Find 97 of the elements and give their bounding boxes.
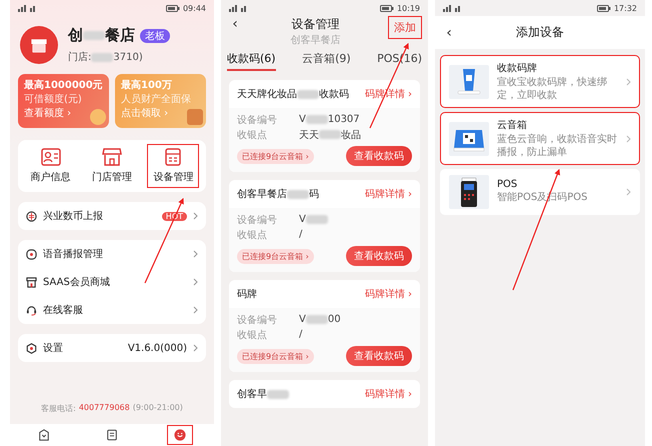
device-name: 天天牌化妆品 收款码	[237, 88, 349, 101]
chevron-right-icon	[626, 134, 631, 142]
field-value: V	[299, 214, 328, 225]
details-link[interactable]: 码牌详情 ›	[364, 387, 412, 401]
menu-item[interactable]: 兴业数币上报 HOT	[26, 202, 198, 230]
page-subtitle: 创客早餐店	[290, 34, 340, 47]
promo-subtitle: 可借额度(元)	[24, 92, 83, 106]
option-name: 收款码牌	[497, 62, 538, 75]
tab[interactable]: 云音箱(9)	[302, 51, 351, 71]
page-title: 添加设备	[515, 24, 565, 41]
details-link[interactable]: 码牌详情 ›	[364, 187, 412, 201]
hotline-hours: (9:00-21:00)	[132, 403, 183, 414]
menu-label: 语音播报管理	[43, 248, 104, 261]
status-time: 09:44	[182, 4, 206, 12]
pos-terminal-drawing	[449, 175, 489, 209]
battery-icon	[380, 4, 394, 12]
phone-link[interactable]: 4007779068	[78, 403, 130, 414]
field-value: V 00	[299, 314, 341, 325]
menu-label: SAAS会员商城	[43, 276, 111, 289]
menu-item[interactable]: 设置 V1.6.0(000)	[26, 334, 198, 362]
speaker-icon	[26, 248, 37, 260]
speaker-drawing	[449, 122, 489, 156]
field-label: 收银点	[237, 328, 268, 342]
device-name: 码牌	[237, 288, 257, 301]
version-text: V1.6.0(000)	[128, 342, 187, 354]
battery-icon	[596, 4, 611, 12]
field-value: /	[299, 229, 302, 240]
field-label: 设备编号	[237, 114, 278, 126]
chevron-right-icon	[193, 250, 198, 258]
field-value: /	[299, 329, 302, 340]
menu-label: 在线客服	[43, 304, 84, 317]
menu-item[interactable]: SAAS会员商城	[26, 268, 198, 296]
store-avatar-icon	[20, 26, 58, 64]
menu-label: 设置	[43, 342, 64, 355]
status-time: 17:32	[614, 4, 637, 12]
view-qr-button[interactable]: 查看收款码	[346, 246, 412, 266]
hot-badge: HOT	[162, 212, 187, 220]
field-label: 收银点	[237, 128, 268, 142]
device-icon	[163, 148, 184, 166]
chevron-right-icon	[626, 188, 631, 196]
field-label: 设备编号	[237, 214, 278, 226]
tab[interactable]: 收款码(6)	[227, 51, 276, 71]
battery-icon	[166, 4, 180, 12]
shortcut-button[interactable]: 门店管理	[86, 144, 138, 188]
shop-drawing	[187, 109, 203, 125]
device-option[interactable]: 收款码牌 宣收宝收款码牌，快速绑定，立即收款	[440, 55, 640, 108]
back-button[interactable]: ‹	[227, 16, 243, 32]
hotline-label: 客服电话:	[41, 403, 76, 414]
connected-speakers-chip[interactable]: 已连接9台云音箱 ›	[237, 348, 314, 364]
shortcut-button[interactable]: 设备管理	[147, 144, 200, 188]
field-label: 设备编号	[237, 314, 278, 326]
settings-icon	[26, 342, 37, 354]
chevron-right-icon	[193, 212, 198, 220]
option-name: POS	[497, 179, 518, 190]
page-title: 设备管理	[292, 16, 340, 33]
home-icon	[38, 429, 50, 441]
device-name: 创客早	[237, 387, 289, 401]
menu-item[interactable]: 在线客服	[26, 296, 198, 324]
connected-speakers-chip[interactable]: 已连接9台云音箱 ›	[237, 248, 314, 264]
add-button[interactable]: 添加	[388, 16, 422, 39]
store-name: 创 餐店	[68, 26, 135, 45]
view-qr-button[interactable]: 查看收款码	[346, 146, 412, 166]
menu-item[interactable]: 语音播报管理	[26, 240, 198, 268]
option-description: 蓝色云音响，收款语音实时播报，防止漏单	[497, 134, 618, 159]
headset-icon	[26, 304, 37, 316]
tab-bar-item[interactable]	[167, 425, 193, 445]
field-label: 收银点	[237, 228, 268, 242]
promo-subtitle: 人员财产全面保	[121, 92, 192, 106]
menu-label: 兴业数币上报	[43, 210, 104, 223]
connected-speakers-chip[interactable]: 已连接9台云音箱 ›	[237, 148, 314, 164]
store-id: 门店: 3710)	[68, 50, 144, 64]
coin-drawing	[90, 109, 106, 125]
smiley-icon	[174, 429, 186, 441]
option-description: 宣收宝收款码牌，快速绑定，立即收款	[497, 77, 608, 102]
view-qr-button[interactable]: 查看收款码	[346, 346, 412, 366]
storefront-icon	[102, 148, 122, 166]
back-button[interactable]: ‹	[441, 24, 457, 40]
chevron-right-icon	[626, 78, 631, 86]
details-link[interactable]: 码牌详情 ›	[364, 287, 412, 301]
role-badge: 老板	[140, 28, 170, 42]
promo-title: 最高1000000元	[24, 78, 103, 92]
list-icon	[106, 429, 118, 441]
chevron-right-icon	[193, 344, 198, 352]
shortcut-button[interactable]: 商户信息	[24, 144, 77, 188]
option-name: 云音箱	[497, 118, 528, 132]
chevron-right-icon	[193, 306, 198, 314]
field-value: V 10307	[299, 114, 360, 125]
promo-title: 最高100万	[121, 78, 173, 92]
id-card-icon	[40, 148, 61, 166]
qr-stand-drawing	[449, 64, 489, 98]
coin-icon	[26, 210, 37, 222]
store-icon	[26, 276, 37, 288]
field-value: 天天 妆品	[299, 128, 361, 142]
device-option[interactable]: 云音箱 蓝色云音响，收款语音实时播报，防止漏单	[440, 112, 640, 165]
chevron-right-icon	[193, 278, 198, 286]
device-name: 创客早餐店 码	[237, 188, 319, 201]
status-time: 10:19	[396, 4, 420, 12]
